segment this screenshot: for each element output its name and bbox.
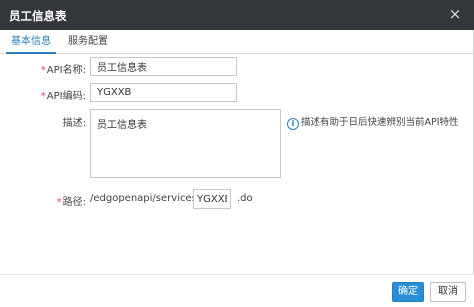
api-code-label-text: API编码: xyxy=(46,91,86,102)
description-hint: i 描述有助于日后快速辨别当前API特性 xyxy=(287,114,459,130)
tab-bar: 基本信息 服务配置 xyxy=(0,30,474,54)
close-icon[interactable]: × xyxy=(448,6,462,22)
required-mark: * xyxy=(56,197,62,208)
path-label: *路径: xyxy=(6,193,86,208)
dialog-title: 员工信息表 xyxy=(9,9,67,23)
path-suffix: .do xyxy=(237,193,253,204)
api-code-input[interactable] xyxy=(90,83,237,102)
api-name-label: *API名称: xyxy=(6,61,86,76)
info-icon: i xyxy=(287,118,299,130)
hint-text: 描述有助于日后快速辨别当前API特性 xyxy=(301,117,459,128)
api-name-label-text: API名称: xyxy=(46,65,86,76)
tab-basic-info[interactable]: 基本信息 xyxy=(6,33,56,54)
api-name-input[interactable] xyxy=(90,57,237,76)
path-code-input[interactable] xyxy=(193,189,231,209)
confirm-button[interactable]: 确定 xyxy=(392,282,424,302)
required-mark: * xyxy=(40,91,46,102)
cancel-button[interactable]: 取消 xyxy=(430,282,466,302)
dialog-titlebar: 员工信息表 × xyxy=(0,0,474,30)
api-info-dialog: 员工信息表 × 基本信息 服务配置 *API名称: *API编码: 描述: 员工… xyxy=(0,0,474,307)
description-textarea[interactable]: 员工信息表 xyxy=(90,109,281,178)
api-code-label: *API编码: xyxy=(6,87,86,102)
dialog-footer: 确定 取消 xyxy=(0,274,474,307)
path-label-text: 路径: xyxy=(62,197,86,208)
path-prefix: /edgopenapi/services/ xyxy=(90,193,201,204)
description-label: 描述: xyxy=(62,118,86,129)
required-mark: * xyxy=(40,65,46,76)
tab-service-config[interactable]: 服务配置 xyxy=(62,33,114,52)
